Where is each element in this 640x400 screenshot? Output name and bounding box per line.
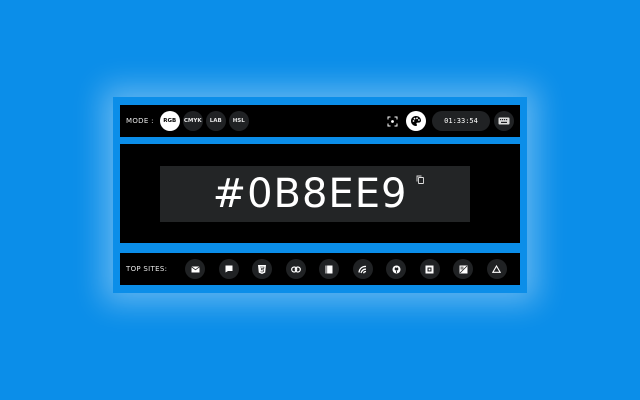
keyboard-button[interactable]: [494, 111, 514, 131]
palette-icon: [410, 115, 422, 127]
site-github-button[interactable]: [386, 259, 407, 279]
site-link-button[interactable]: [285, 259, 306, 279]
mode-toolbar: MODE : RGB CMYK LAB HSL 01:33:54: [120, 105, 520, 137]
github-icon: [392, 265, 401, 274]
screenshot-button[interactable]: [382, 111, 402, 131]
color-display: #0B8EE9: [120, 144, 520, 243]
mode-lab-button[interactable]: LAB: [205, 111, 226, 131]
site-triangle-button[interactable]: [486, 259, 507, 279]
mode-label: MODE :: [126, 117, 154, 125]
top-sites-label: TOP SITES:: [126, 265, 168, 273]
site-html-button[interactable]: [252, 259, 273, 279]
mail-icon: [191, 265, 200, 273]
chat-icon: [225, 265, 233, 273]
book-icon: [325, 265, 333, 274]
html-badge-icon: [258, 264, 267, 274]
top-sites-bar: TOP SITES:: [120, 253, 520, 285]
triangle-icon: [492, 265, 502, 273]
hex-value-text[interactable]: #0B8EE9: [213, 171, 408, 217]
swirl-icon: [358, 265, 367, 274]
site-mail-button[interactable]: [185, 259, 206, 279]
image-icon: [459, 265, 468, 274]
site-swirl-button[interactable]: [352, 259, 373, 279]
screenshot-icon: [387, 116, 398, 127]
link-icon: [290, 265, 301, 273]
mode-rgb-button[interactable]: RGB: [159, 111, 180, 131]
copy-icon[interactable]: [416, 175, 424, 184]
palette-button[interactable]: [406, 111, 426, 131]
site-chat-button[interactable]: [218, 259, 239, 279]
keyboard-icon: [498, 117, 510, 125]
clock-display: 01:33:54: [432, 111, 490, 131]
site-image-button[interactable]: [453, 259, 474, 279]
hex-value-box: #0B8EE9: [160, 165, 470, 222]
top-sites-list: [185, 259, 507, 279]
mode-hsl-button[interactable]: HSL: [228, 111, 249, 131]
site-book-button[interactable]: [319, 259, 340, 279]
site-square-logo-button[interactable]: [419, 259, 440, 279]
mode-cmyk-button[interactable]: CMYK: [182, 111, 203, 131]
square-logo-icon: [425, 265, 434, 274]
